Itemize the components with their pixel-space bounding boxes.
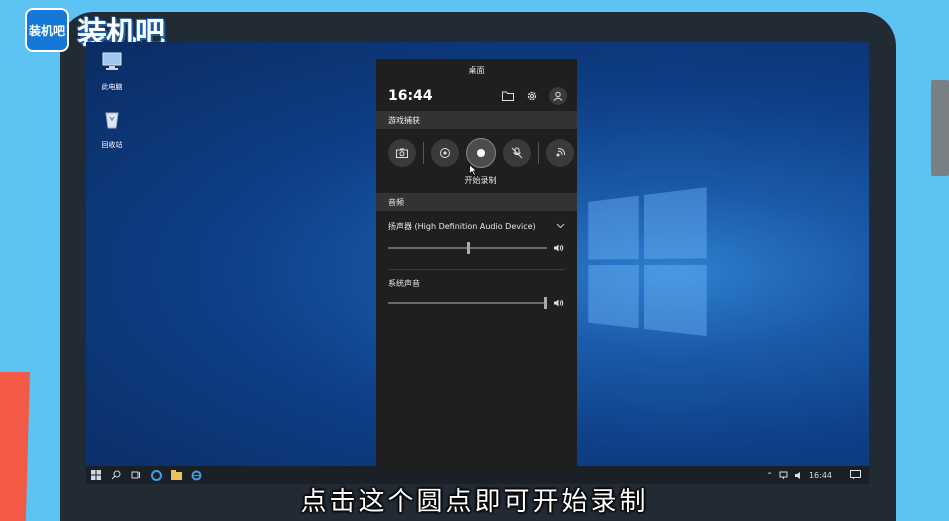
- game-bar-panel: 桌面 16:44 游戏捕获 开始录制 音频 扬声器 (High Definiti…: [376, 59, 577, 468]
- video-subtitle: 点击这个圆点即可开始录制: [300, 487, 649, 517]
- decorative-right-strip: [931, 80, 949, 176]
- replay-icon: [440, 148, 450, 158]
- panel-clock: 16:44: [388, 88, 433, 104]
- audio-device-label: 扬声器 (High Definition Audio Device): [388, 221, 536, 231]
- broadcast-icon: [556, 148, 565, 157]
- computer-icon: [102, 52, 122, 70]
- record-last-30s-button[interactable]: [431, 139, 459, 167]
- broadcast-button[interactable]: [546, 139, 574, 167]
- capture-separator: [423, 142, 424, 164]
- screenshot-button[interactable]: [388, 139, 416, 167]
- desktop-icon-recycle-bin[interactable]: 回收站: [92, 108, 132, 150]
- device-volume-slider[interactable]: [376, 237, 577, 259]
- volume-icon[interactable]: [553, 243, 565, 253]
- device-volume-thumb[interactable]: [466, 242, 470, 254]
- desktop-icon-label: 回收站: [101, 141, 123, 149]
- gear-icon[interactable]: [525, 89, 539, 103]
- mic-off-icon: [511, 147, 523, 159]
- taskbar-clock[interactable]: 16:44: [809, 471, 832, 480]
- recycle-bin-icon: [105, 112, 119, 129]
- speaker-icon[interactable]: [794, 471, 803, 480]
- microphone-toggle-button[interactable]: [503, 139, 531, 167]
- device-volume-track[interactable]: [388, 242, 547, 254]
- system-sound-label: 系统声音: [388, 278, 420, 288]
- audio-divider: [388, 269, 565, 270]
- system-tray: ⌃ 16:44: [766, 470, 869, 480]
- record-label: 开始录制: [464, 176, 497, 185]
- record-icon: [477, 149, 485, 157]
- panel-header: 16:44: [376, 81, 577, 111]
- panel-title: 桌面: [468, 65, 485, 75]
- audio-section-header: 音频: [376, 193, 577, 211]
- mouse-cursor-icon: [469, 164, 477, 176]
- camera-icon: [396, 148, 408, 158]
- user-icon[interactable]: [549, 87, 567, 105]
- capture-separator: [538, 142, 539, 164]
- capture-section-header: 游戏捕获: [376, 111, 577, 129]
- folder-icon[interactable]: [501, 89, 515, 103]
- volume-icon[interactable]: [553, 298, 565, 308]
- logo-badge: 装机吧: [25, 8, 69, 52]
- system-volume-track[interactable]: [388, 297, 547, 309]
- desktop-icon-this-pc[interactable]: 此电脑: [92, 50, 132, 92]
- chevron-down-icon[interactable]: [556, 222, 565, 231]
- system-volume-thumb[interactable]: [544, 297, 547, 309]
- network-icon[interactable]: [779, 471, 788, 480]
- chevron-up-icon[interactable]: ⌃: [766, 471, 773, 480]
- audio-device-selector[interactable]: 扬声器 (High Definition Audio Device): [376, 215, 577, 237]
- system-volume-slider[interactable]: [376, 292, 577, 314]
- windows-wallpaper-logo: [588, 186, 713, 343]
- desktop-icon-label: 此电脑: [101, 83, 123, 91]
- notification-icon[interactable]: [850, 470, 861, 480]
